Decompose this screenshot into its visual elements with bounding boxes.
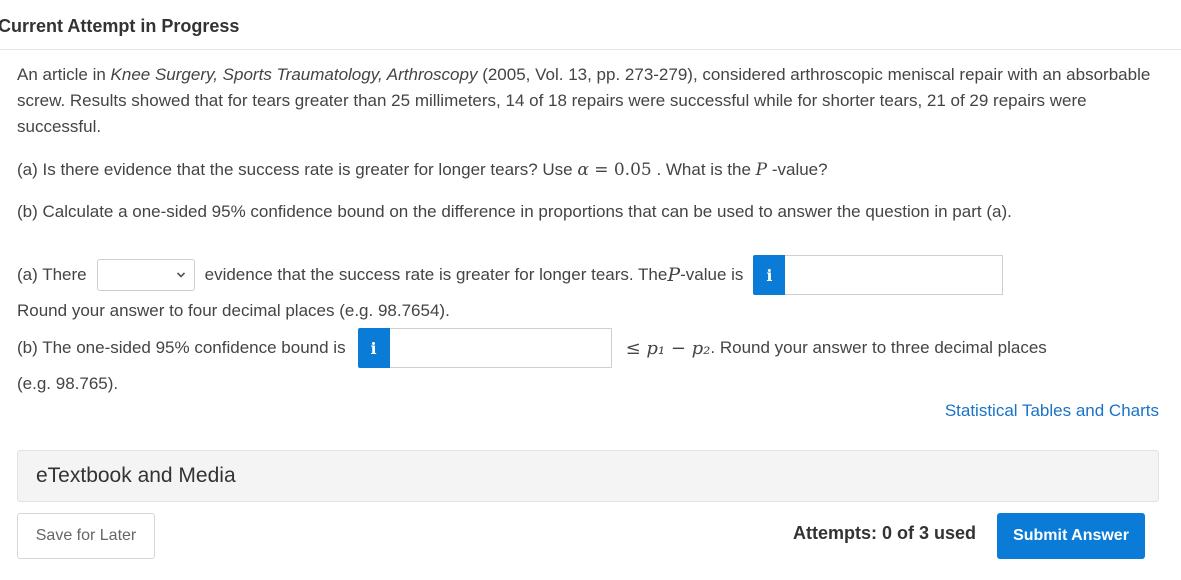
answer-b-row: (b) The one-sided 95% confidence bound i… <box>17 328 1047 368</box>
part-a-question-end: -value? <box>767 160 828 179</box>
info-icon[interactable]: i <box>753 255 786 295</box>
part-a-question-mid: . What is the <box>651 160 756 179</box>
etextbook-media-panel[interactable]: eTextbook and Media <box>17 450 1159 502</box>
attempts-counter: Attempts: 0 of 3 used <box>793 523 977 543</box>
part-a-question: (a) Is there evidence that the success r… <box>17 157 1167 183</box>
evidence-select[interactable] <box>96 259 195 291</box>
info-icon[interactable]: i <box>357 328 390 368</box>
journal-name: Knee Surgery, Sports Traumatology, Arthr… <box>110 65 478 84</box>
part-b-question: (b) Calculate a one-sided 95% confidence… <box>17 199 1167 225</box>
p-symbol: P <box>667 264 681 286</box>
answer-a-row: (a) There evidence that the success rate… <box>17 255 1004 295</box>
problem-statement: An article in Knee Surgery, Sports Traum… <box>17 62 1167 140</box>
answer-a-prefix: (a) There <box>17 265 87 284</box>
round-note-b: (e.g. 98.765). <box>17 371 1167 397</box>
chevron-down-icon <box>176 272 185 278</box>
answer-b-prefix: (b) The one-sided 95% confidence bound i… <box>17 338 346 357</box>
round-note-a: Round your answer to four decimal places… <box>17 298 1167 324</box>
alpha-symbol: α <box>577 160 589 180</box>
submit-answer-button[interactable]: Submit Answer <box>997 513 1145 559</box>
answer-a-suffix: -value is <box>680 265 744 284</box>
intro-text: An article in <box>17 65 111 84</box>
p-symbol: P <box>755 160 768 180</box>
confidence-bound-input[interactable] <box>389 328 612 368</box>
page-title: Current Attempt in Progress <box>0 16 240 36</box>
round-note-b-text: (e.g. 98.765). <box>17 374 119 393</box>
part-b-question-text: (b) Calculate a one-sided 95% confidence… <box>17 202 1012 221</box>
etextbook-label: eTextbook and Media <box>36 464 236 487</box>
part-a-question-text: (a) Is there evidence that the success r… <box>17 160 578 179</box>
statistical-tables-link[interactable]: Statistical Tables and Charts <box>945 401 1159 421</box>
answer-b-suffix: . Round your answer to three decimal pla… <box>710 338 1047 357</box>
p-value-input[interactable] <box>785 255 1004 295</box>
save-for-later-button[interactable]: Save for Later <box>17 513 155 559</box>
inequality-expression: ≤ p₁ − p₂ <box>625 337 711 359</box>
alpha-value: = 0.05 <box>588 160 652 180</box>
answer-a-middle: evidence that the success rate is greate… <box>204 265 668 284</box>
header-bar: Current Attempt in Progress <box>0 0 1181 50</box>
round-note-a-text: Round your answer to four decimal places… <box>17 301 450 320</box>
